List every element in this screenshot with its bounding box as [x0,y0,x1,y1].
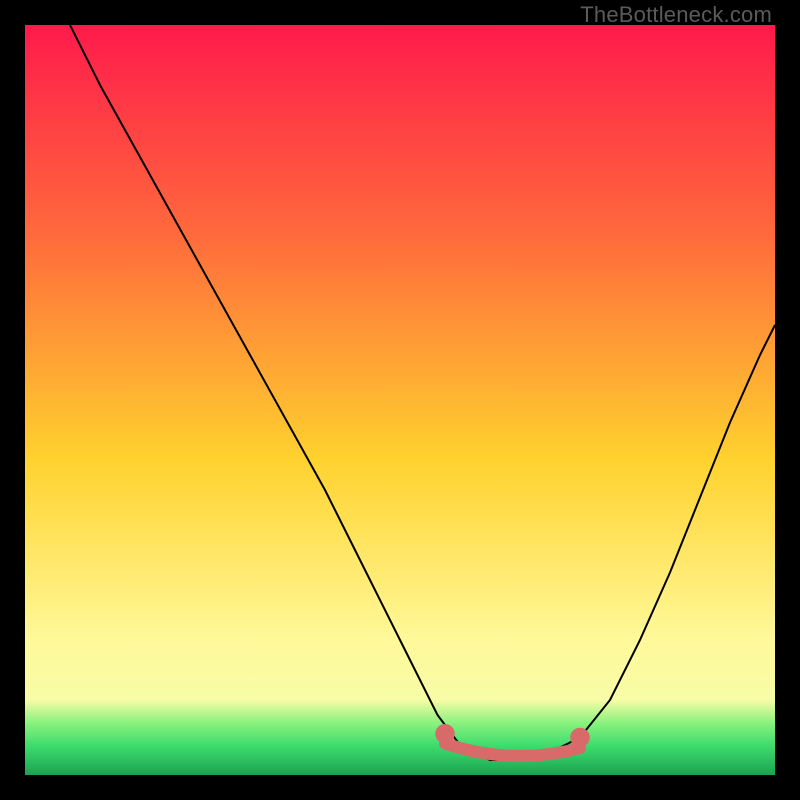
watermark-text: TheBottleneck.com [580,2,772,28]
bottleneck-curve [25,25,775,775]
plot-area [25,25,775,775]
chart-frame: TheBottleneck.com [0,0,800,800]
